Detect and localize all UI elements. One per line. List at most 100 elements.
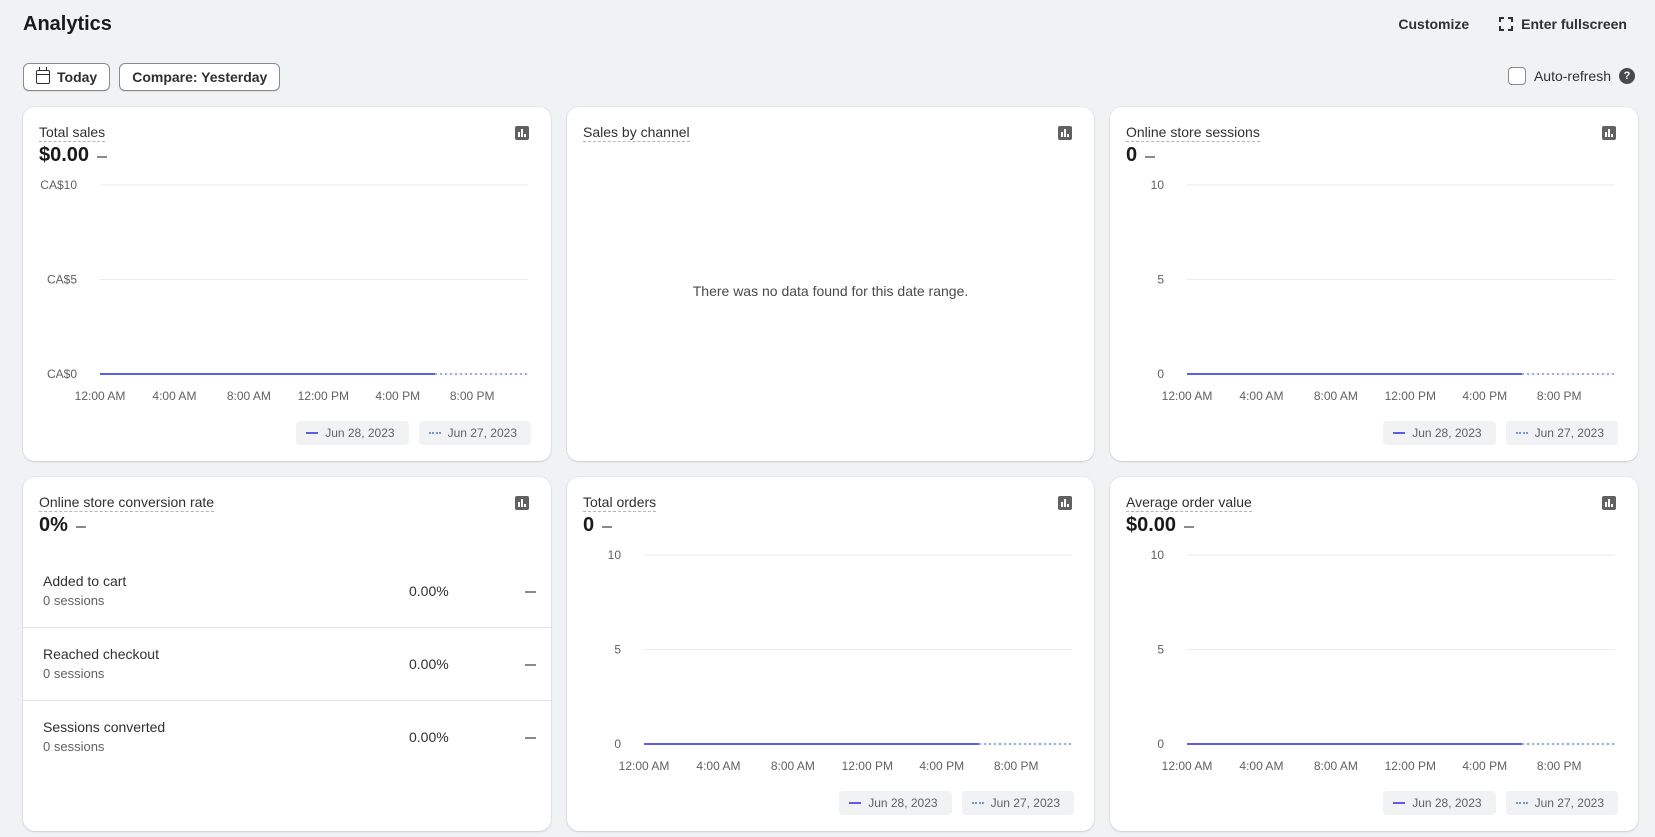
empty-state-message: There was no data found for this date ra… (692, 283, 969, 299)
legend-previous-label: Jun 27, 2023 (990, 796, 1060, 810)
legend-current-label: Jun 28, 2023 (1412, 796, 1482, 810)
chart-legend: Jun 28, 2023 Jun 27, 2023 (1383, 791, 1618, 815)
y-tick-label: CA$0 (47, 367, 77, 381)
x-tick-label: 8:00 AM (1314, 389, 1358, 403)
fullscreen-icon (1499, 17, 1514, 31)
dotted-line-swatch (428, 432, 441, 434)
funnel-row: Added to cart 0 sessions 0.00% (23, 555, 551, 628)
legend-previous[interactable]: Jun 27, 2023 (1505, 421, 1618, 445)
funnel-sessions: 0 sessions (43, 593, 105, 608)
x-tick-label: 4:00 PM (375, 389, 420, 403)
funnel-percent: 0.00% (409, 729, 449, 745)
dotted-line-swatch (971, 802, 984, 804)
card-value: 0% (39, 514, 86, 537)
solid-line-swatch (306, 432, 319, 434)
x-tick-label: 12:00 AM (1162, 389, 1213, 403)
funnel-label: Reached checkout (43, 646, 159, 662)
y-tick-label: 0 (614, 737, 621, 751)
x-tick-label: 8:00 PM (1537, 759, 1582, 773)
legend-current-label: Jun 28, 2023 (325, 426, 395, 440)
orders-chart: 10 5 0 12:00 AM 4:00 AM 8:00 AM 12:00 PM 4:00 P… (608, 548, 1072, 773)
y-tick-label: 0 (1157, 367, 1164, 381)
funnel-row: Reached checkout 0 sessions 0.00% (23, 628, 551, 701)
legend-previous[interactable]: Jun 27, 2023 (1505, 791, 1618, 815)
no-change-dash (525, 664, 536, 666)
total-orders-card: Total orders 0 10 5 0 12:00 AM 4:00 AM 8:00 A… (567, 477, 1094, 831)
auto-refresh-label: Auto-refresh (1533, 68, 1611, 84)
legend-previous-label: Jun 27, 2023 (1534, 426, 1604, 440)
legend-previous-label: Jun 27, 2023 (447, 426, 517, 440)
dotted-line-swatch (1515, 802, 1528, 804)
date-range-button[interactable]: Today (23, 63, 111, 91)
total-sales-chart: CA$10 CA$5 CA$0 12:00 AM 4:00 AM 8:00 AM 12:00… (40, 178, 528, 403)
auto-refresh-checkbox[interactable] (1507, 67, 1526, 85)
conversion-funnel: Added to cart 0 sessions 0.00% Reached c… (23, 555, 551, 774)
y-tick-label: 10 (1151, 548, 1165, 562)
enter-fullscreen-button[interactable]: Enter fullscreen (1499, 16, 1627, 32)
legend-current[interactable]: Jun 28, 2023 (1383, 791, 1496, 815)
chart-icon[interactable] (515, 496, 529, 510)
x-tick-label: 12:00 AM (75, 389, 126, 403)
y-tick-label: 10 (1151, 178, 1165, 192)
funnel-percent: 0.00% (409, 656, 449, 672)
x-tick-label: 8:00 PM (450, 389, 495, 403)
x-tick-label: 12:00 PM (842, 759, 893, 773)
x-tick-label: 12:00 AM (1162, 759, 1213, 773)
fullscreen-label: Enter fullscreen (1521, 16, 1627, 32)
funnel-sessions: 0 sessions (43, 739, 105, 754)
y-tick-label: 0 (1157, 737, 1164, 751)
legend-current[interactable]: Jun 28, 2023 (839, 791, 952, 815)
legend-current[interactable]: Jun 28, 2023 (296, 421, 409, 445)
solid-line-swatch (849, 802, 862, 804)
help-icon[interactable]: ? (1619, 68, 1635, 84)
customize-button[interactable]: Customize (1398, 16, 1469, 32)
x-tick-label: 12:00 PM (1385, 759, 1436, 773)
y-tick-label: 5 (1157, 643, 1164, 657)
total-sales-card: Total sales $0.00 CA$10 CA$5 CA$0 12:00 AM 4… (23, 107, 551, 461)
customize-label: Customize (1398, 16, 1470, 32)
x-tick-label: 4:00 PM (919, 759, 964, 773)
y-tick-label: 10 (608, 548, 622, 562)
y-tick-label: CA$10 (40, 178, 77, 192)
compare-button[interactable]: Compare: Yesterday (119, 63, 281, 91)
y-tick-label: 5 (1157, 273, 1164, 287)
card-title[interactable]: Sales by channel (583, 124, 690, 142)
header-actions: Customize Enter fullscreen (1398, 16, 1627, 32)
x-tick-label: 12:00 PM (298, 389, 349, 403)
chart-icon[interactable] (1058, 126, 1072, 140)
conversion-value: 0% (39, 514, 68, 536)
auto-refresh: Auto-refresh ? (1507, 67, 1635, 85)
no-change-dash (525, 591, 536, 593)
page-title: Analytics (23, 13, 112, 35)
legend-previous[interactable]: Jun 27, 2023 (961, 791, 1074, 815)
x-tick-label: 12:00 PM (1385, 389, 1436, 403)
x-tick-label: 4:00 AM (1239, 759, 1283, 773)
date-toolbar: Today Compare: Yesterday (23, 63, 281, 91)
legend-current[interactable]: Jun 28, 2023 (1383, 421, 1496, 445)
legend-previous[interactable]: Jun 27, 2023 (418, 421, 531, 445)
y-tick-label: 5 (614, 643, 621, 657)
compare-label: Compare: Yesterday (132, 69, 268, 85)
x-tick-label: 4:00 AM (152, 389, 196, 403)
sales-by-channel-card: Sales by channel There was no data found… (567, 107, 1094, 461)
sessions-card: Online store sessions 0 10 5 0 12:00 AM 4:00… (1110, 107, 1638, 461)
legend-current-label: Jun 28, 2023 (868, 796, 938, 810)
solid-line-swatch (1393, 432, 1406, 434)
x-tick-label: 8:00 PM (994, 759, 1039, 773)
dotted-line-swatch (1515, 432, 1528, 434)
calendar-icon (36, 67, 50, 84)
x-tick-label: 4:00 AM (1239, 389, 1283, 403)
x-tick-label: 8:00 AM (771, 759, 815, 773)
legend-current-label: Jun 28, 2023 (1412, 426, 1482, 440)
x-tick-label: 4:00 AM (696, 759, 740, 773)
card-title[interactable]: Online store conversion rate (39, 494, 215, 512)
funnel-percent: 0.00% (409, 583, 449, 599)
funnel-sessions: 0 sessions (43, 666, 105, 681)
funnel-label: Sessions converted (43, 719, 166, 735)
x-tick-label: 8:00 AM (227, 389, 271, 403)
x-tick-label: 12:00 AM (619, 759, 670, 773)
legend-previous-label: Jun 27, 2023 (1534, 796, 1604, 810)
sessions-chart: 10 5 0 12:00 AM 4:00 AM 8:00 AM 12:00 PM 4:00 P… (1151, 178, 1615, 403)
funnel-label: Added to cart (43, 573, 127, 589)
conversion-rate-card: Online store conversion rate 0% Added to… (23, 477, 551, 831)
